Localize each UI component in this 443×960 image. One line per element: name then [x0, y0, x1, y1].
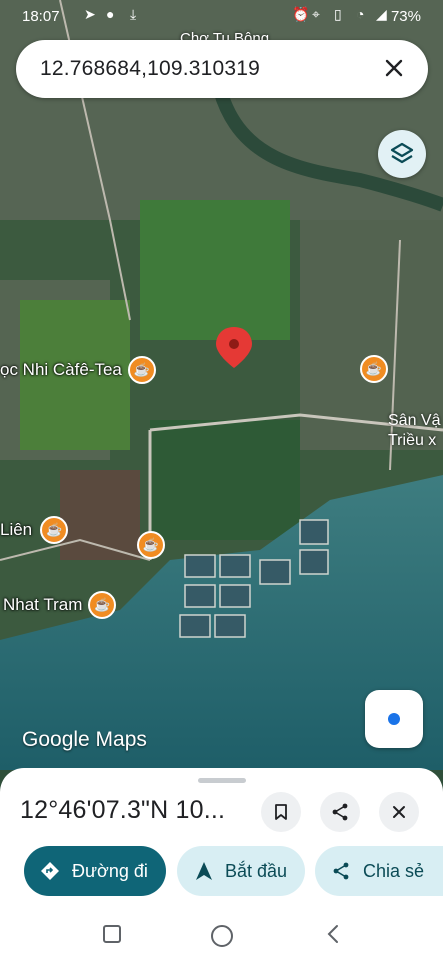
share-icon: [332, 803, 348, 821]
directions-label: Đường đi: [72, 860, 148, 881]
system-navigation-bar: [0, 915, 443, 960]
save-button[interactable]: [261, 792, 301, 832]
status-bar: 18:07 ➤ ● ⤓ ⏰ ⌖ ▯ ◔ ◢ 73%: [0, 0, 443, 32]
app-notification-icon: ●: [106, 6, 115, 22]
map-label-san-van-dong: Sân Vậ Triều x: [388, 411, 440, 451]
map-view[interactable]: ọc Nhi Càfê-Tea ☕ ☕ Liên ☕ ☕ Nhat Tram ☕…: [0, 0, 443, 770]
bookmark-icon: [275, 804, 287, 820]
share-button[interactable]: [320, 792, 360, 832]
share-icon: [333, 862, 349, 880]
search-bar[interactable]: 12.768684,109.310319: [16, 40, 428, 98]
drag-handle[interactable]: [198, 778, 246, 783]
coffee-cup-icon: ☕: [127, 356, 156, 384]
coffee-cup-icon: ☕: [88, 591, 117, 619]
home-icon[interactable]: [209, 923, 235, 949]
start-button[interactable]: Bắt đầu: [177, 846, 305, 896]
recent-apps-icon[interactable]: [101, 923, 123, 945]
directions-icon: [41, 862, 59, 880]
signal-icon: ◢: [376, 6, 387, 22]
share-chip-button[interactable]: Chia sẻ: [315, 846, 443, 896]
coffee-cup-icon: ☕: [137, 531, 165, 559]
poi-label: ọc Nhi Càfê-Tea: [0, 360, 122, 379]
close-icon[interactable]: [380, 54, 408, 82]
close-icon: [393, 806, 405, 818]
satellite-imagery: [0, 0, 443, 770]
alarm-icon: ⏰: [292, 6, 310, 22]
poi-cafe-lien[interactable]: Liên ☕: [0, 516, 69, 544]
coffee-cup-icon: ☕: [40, 516, 69, 544]
navigation-arrow-icon: ➤: [84, 6, 96, 22]
poi-cafe-middle[interactable]: ☕: [137, 531, 165, 559]
coffee-cup-icon: ☕: [360, 355, 388, 383]
map-label-line: Sân Vậ: [388, 412, 441, 429]
map-label-line: Triều x: [388, 432, 437, 449]
layers-button[interactable]: [378, 130, 426, 178]
poi-label: Liên: [0, 520, 33, 539]
directions-button[interactable]: Đường đi: [24, 846, 166, 896]
my-location-button[interactable]: [365, 690, 423, 748]
poi-cafe-right[interactable]: ☕: [360, 355, 388, 383]
back-icon[interactable]: [322, 923, 344, 945]
poi-cafe-nhat-tram[interactable]: Nhat Tram ☕: [0, 591, 117, 619]
navigation-arrow-icon: [196, 862, 212, 880]
poi-cafe-ngoc-nhi[interactable]: ọc Nhi Càfê-Tea ☕: [0, 356, 156, 384]
start-label: Bắt đầu: [225, 860, 288, 881]
poi-label: Nhat Tram: [3, 595, 83, 614]
close-sheet-button[interactable]: [379, 792, 419, 832]
my-location-icon: [388, 713, 400, 725]
wifi-icon: ◔: [356, 6, 365, 22]
download-icon: ⤓: [130, 6, 137, 22]
vibrate-icon: ▯: [334, 6, 342, 22]
layers-icon: [390, 142, 414, 164]
share-label: Chia sẻ: [363, 860, 425, 881]
search-query[interactable]: 12.768684,109.310319: [40, 57, 260, 81]
status-time: 18:07: [22, 8, 60, 25]
location-icon: ⌖: [312, 6, 320, 22]
google-maps-watermark: Google Maps: [22, 728, 147, 751]
battery-level: 73%: [390, 8, 421, 25]
place-title: 12°46'07.3"N 10...: [20, 796, 226, 824]
